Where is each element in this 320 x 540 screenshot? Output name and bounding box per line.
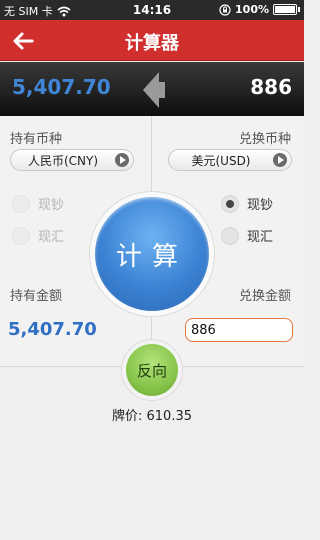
from-amount-label: 持有金额	[10, 289, 63, 304]
page-title: 计算器	[125, 33, 179, 54]
result-bar: 5,407.70 886	[0, 62, 304, 116]
radio-icon	[12, 194, 30, 213]
from-amount-value: 5,407.70	[8, 319, 97, 340]
to-radio-transfer[interactable]: 现汇	[221, 226, 273, 245]
from-radio-transfer[interactable]: 现汇	[12, 226, 64, 245]
to-amount-input[interactable]	[185, 318, 293, 342]
battery-tip	[298, 7, 300, 12]
from-radio-cash[interactable]: 现钞	[12, 194, 64, 213]
radio-selected-icon	[221, 194, 239, 213]
battery-percent: 100%	[235, 3, 269, 16]
radio-icon	[12, 226, 30, 245]
to-radio-cash-label: 现钞	[247, 198, 274, 213]
from-currency-label: 持有币种	[10, 132, 63, 147]
exchange-rate-text: 牌价: 610.35	[112, 409, 192, 424]
from-radio-cash-label: 现钞	[38, 198, 65, 213]
result-from-amount: 5,407.70	[12, 75, 111, 99]
from-currency-select[interactable]: 人民币(CNY)	[10, 149, 134, 171]
battery-icon	[273, 4, 297, 15]
rotation-lock-icon	[219, 3, 231, 16]
status-right: 100%	[219, 3, 300, 16]
status-bar: 无 SIM 卡 14:16 100%	[0, 0, 304, 20]
calculate-button[interactable]: 计算	[95, 197, 209, 311]
to-radio-transfer-label: 现汇	[247, 230, 274, 245]
to-amount-label: 兑换金额	[238, 289, 291, 304]
dropdown-play-icon	[273, 153, 287, 167]
to-currency-label: 兑换币种	[238, 132, 291, 147]
result-to-amount: 886	[250, 75, 292, 99]
left-arrow-icon	[143, 72, 165, 108]
reverse-button[interactable]: 反向	[126, 344, 178, 396]
to-radio-cash[interactable]: 现钞	[221, 194, 273, 213]
nav-bar: 计算器	[0, 20, 304, 61]
to-currency-select[interactable]: 美元(USD)	[168, 149, 292, 171]
from-radio-transfer-label: 现汇	[38, 230, 65, 245]
radio-icon	[221, 226, 239, 245]
dropdown-play-icon	[115, 153, 129, 167]
